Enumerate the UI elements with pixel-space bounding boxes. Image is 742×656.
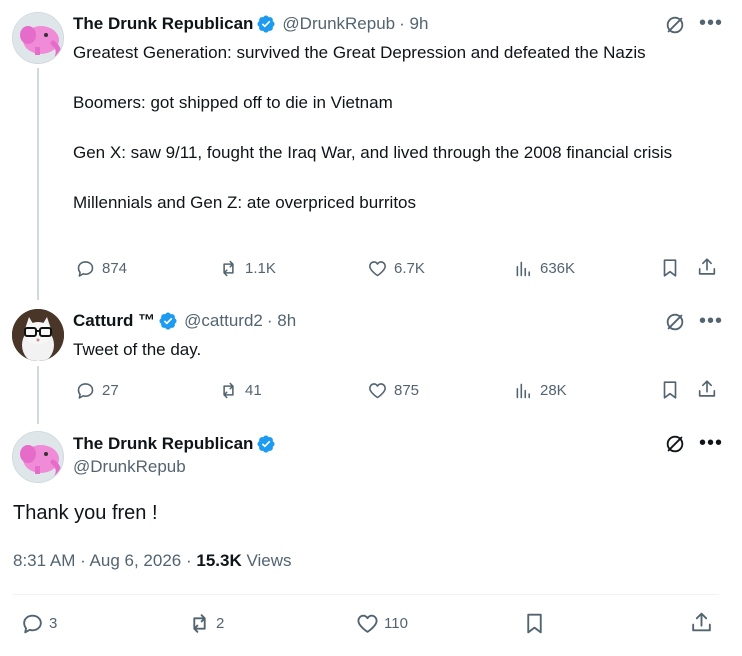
bookmark-button[interactable] <box>659 379 681 401</box>
display-name[interactable]: Catturd ™ <box>73 311 155 331</box>
like-button[interactable]: 875 <box>367 379 419 401</box>
reply-icon <box>77 260 94 277</box>
grok-icon[interactable] <box>664 433 686 460</box>
handle[interactable]: @DrunkRepub <box>73 457 186 477</box>
thread-line <box>37 68 39 300</box>
avatar[interactable] <box>12 12 64 64</box>
reply-count: 3 <box>49 614 58 632</box>
like-count: 6.7K <box>394 259 425 277</box>
avatar[interactable] <box>12 309 64 361</box>
cat-avatar-icon <box>12 309 64 361</box>
display-name[interactable]: The Drunk Republican <box>73 14 253 34</box>
views-count: 636K <box>540 259 576 277</box>
verified-badge-icon <box>159 312 177 330</box>
reply-icon <box>77 382 94 399</box>
tweet-line: Greatest Generation: survived the Great … <box>73 43 646 62</box>
views-label: Views <box>246 551 292 570</box>
retweet-icon <box>223 260 234 276</box>
bookmark-icon <box>663 259 677 277</box>
tweet-timestamp[interactable]: 8:31 AM · Aug 6, 2026 <box>13 551 181 570</box>
retweet-count: 41 <box>245 381 262 399</box>
share-icon <box>692 612 711 631</box>
more-options-icon[interactable]: ••• <box>699 311 723 331</box>
verified-badge-icon <box>257 15 275 33</box>
reply-icon <box>23 614 42 633</box>
share-button[interactable] <box>696 256 718 278</box>
tweet-header: Catturd ™ @catturd2 · 8h <box>73 309 296 333</box>
meta-separator: · <box>185 551 192 570</box>
reply-button[interactable]: 27 <box>75 379 119 401</box>
divider <box>13 594 719 595</box>
retweet-count: 2 <box>216 614 225 632</box>
share-icon <box>698 258 716 275</box>
share-button[interactable] <box>696 378 718 400</box>
more-options-icon[interactable]: ••• <box>699 13 723 33</box>
like-button[interactable]: 110 <box>355 612 408 634</box>
handle[interactable]: @catturd2 <box>184 311 263 331</box>
elephant-avatar-icon <box>13 13 63 63</box>
retweet-icon <box>223 382 234 398</box>
main-tweet-text: Thank you fren ! <box>13 502 158 524</box>
heart-icon <box>357 614 378 633</box>
analytics-icon <box>516 383 530 398</box>
like-button[interactable]: 6.7K <box>367 257 425 279</box>
views-button[interactable]: 28K <box>513 379 567 401</box>
views-count: 15.3K <box>196 551 242 570</box>
like-count: 110 <box>384 614 408 632</box>
thread-line <box>37 366 39 424</box>
timestamp[interactable]: · 8h <box>267 311 296 331</box>
retweet-button[interactable]: 2 <box>187 612 224 634</box>
reply-count: 874 <box>102 259 128 277</box>
avatar[interactable] <box>12 431 64 483</box>
grok-icon[interactable] <box>664 311 686 338</box>
timestamp[interactable]: · 9h <box>399 14 428 34</box>
verified-badge-icon <box>257 435 275 453</box>
share-button[interactable] <box>689 611 714 633</box>
bookmark-icon <box>527 613 542 633</box>
handle[interactable]: @DrunkRepub <box>282 14 395 34</box>
display-name[interactable]: The Drunk Republican <box>73 434 253 454</box>
reply-button[interactable]: 874 <box>75 257 127 279</box>
views-button[interactable]: 636K <box>513 257 575 279</box>
share-icon <box>698 380 716 397</box>
more-options-icon[interactable]: ••• <box>699 433 723 453</box>
views-count: 28K <box>540 381 567 399</box>
heart-icon <box>369 382 386 398</box>
reply-button[interactable]: 3 <box>20 612 57 634</box>
elephant-avatar-icon <box>13 432 63 482</box>
reply-count: 27 <box>102 381 119 399</box>
tweet-line: Millennials and Gen Z: ate overpriced bu… <box>73 193 416 212</box>
retweet-count: 1.1K <box>245 259 276 277</box>
tweet-text: Tweet of the day. <box>73 340 202 359</box>
bookmark-button[interactable] <box>522 612 547 634</box>
tweet-header: The Drunk Republican <box>73 432 276 456</box>
tweet-meta: 8:31 AM · Aug 6, 2026 · 15.3K Views <box>13 551 292 571</box>
retweet-button[interactable]: 41 <box>218 379 262 401</box>
tweet-header: The Drunk Republican @DrunkRepub · 9h <box>73 12 428 36</box>
bookmark-button[interactable] <box>659 257 681 279</box>
tweet-line: Boomers: got shipped off to die in Vietn… <box>73 93 393 112</box>
analytics-icon <box>516 261 530 276</box>
bookmark-icon <box>663 381 677 399</box>
like-count: 875 <box>394 381 420 399</box>
retweet-button[interactable]: 1.1K <box>218 257 276 279</box>
tweet-text: Greatest Generation: survived the Great … <box>73 40 723 215</box>
tweet-line: Gen X: saw 9/11, fought the Iraq War, an… <box>73 143 673 162</box>
grok-icon[interactable] <box>664 14 686 41</box>
heart-icon <box>369 260 386 276</box>
retweet-icon <box>193 613 206 633</box>
